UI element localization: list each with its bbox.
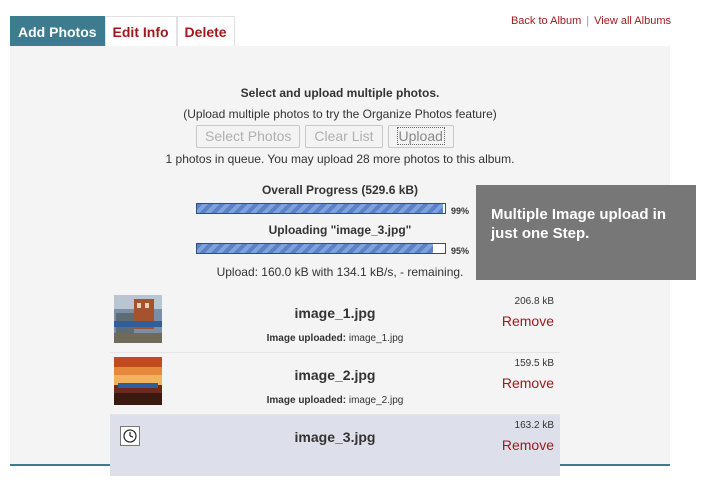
current-progress-fill bbox=[197, 244, 433, 253]
tab-bar: Add Photos Edit Info Delete bbox=[10, 16, 235, 46]
file-row: image_1.jpg Image uploaded: image_1.jpg … bbox=[110, 291, 560, 353]
overall-progress-percent: 99% bbox=[451, 206, 470, 216]
file-status-label: Image uploaded: bbox=[266, 333, 347, 344]
tab-add-photos[interactable]: Add Photos bbox=[10, 16, 105, 46]
file-size: 206.8 kB bbox=[514, 296, 554, 307]
clear-list-button[interactable]: Clear List bbox=[305, 125, 383, 148]
upload-button[interactable]: Upload bbox=[387, 125, 454, 148]
file-list: image_1.jpg Image uploaded: image_1.jpg … bbox=[110, 291, 560, 476]
file-status-value: image_2.jpg bbox=[348, 395, 404, 406]
file-status: Image uploaded: image_1.jpg bbox=[110, 333, 560, 344]
remove-link[interactable]: Remove bbox=[502, 313, 554, 329]
current-progress-bar bbox=[196, 243, 446, 254]
file-status: Image uploaded: image_2.jpg bbox=[110, 395, 560, 406]
file-size: 163.2 kB bbox=[514, 420, 554, 431]
link-separator: | bbox=[586, 15, 590, 27]
file-name: image_2.jpg bbox=[294, 367, 376, 383]
upload-button-label: Upload bbox=[396, 127, 445, 145]
tab-delete[interactable]: Delete bbox=[176, 16, 235, 46]
upload-title: Select and upload multiple photos. bbox=[240, 86, 440, 100]
current-progress-percent: 95% bbox=[451, 246, 470, 256]
select-photos-button[interactable]: Select Photos bbox=[196, 125, 301, 148]
remove-link[interactable]: Remove bbox=[502, 375, 554, 391]
file-row-uploading: image_3.jpg 163.2 kB Remove bbox=[110, 415, 560, 476]
overall-progress-fill bbox=[197, 204, 443, 213]
file-size: 159.5 kB bbox=[514, 358, 554, 369]
remove-link[interactable]: Remove bbox=[502, 437, 554, 453]
file-status-label: Image uploaded: bbox=[266, 395, 347, 406]
queue-status: 1 photos in queue. You may upload 28 mor… bbox=[165, 152, 515, 166]
overall-progress-bar bbox=[196, 203, 446, 214]
feature-callout: Multiple Image upload in just one Step. bbox=[476, 185, 696, 280]
view-all-albums-link[interactable]: View all Albums bbox=[594, 15, 671, 27]
file-name: image_1.jpg bbox=[294, 305, 376, 321]
top-links: Back to Album | View all Albums bbox=[511, 15, 671, 27]
file-name: image_3.jpg bbox=[294, 429, 376, 445]
upload-button-row: Select Photos Clear List Upload bbox=[196, 125, 454, 148]
file-status-value: image_1.jpg bbox=[348, 333, 404, 344]
file-row: image_2.jpg Image uploaded: image_2.jpg … bbox=[110, 353, 560, 415]
upload-subtitle: (Upload multiple photos to try the Organ… bbox=[183, 107, 497, 121]
back-to-album-link[interactable]: Back to Album bbox=[511, 15, 581, 27]
tab-edit-info[interactable]: Edit Info bbox=[104, 16, 177, 46]
